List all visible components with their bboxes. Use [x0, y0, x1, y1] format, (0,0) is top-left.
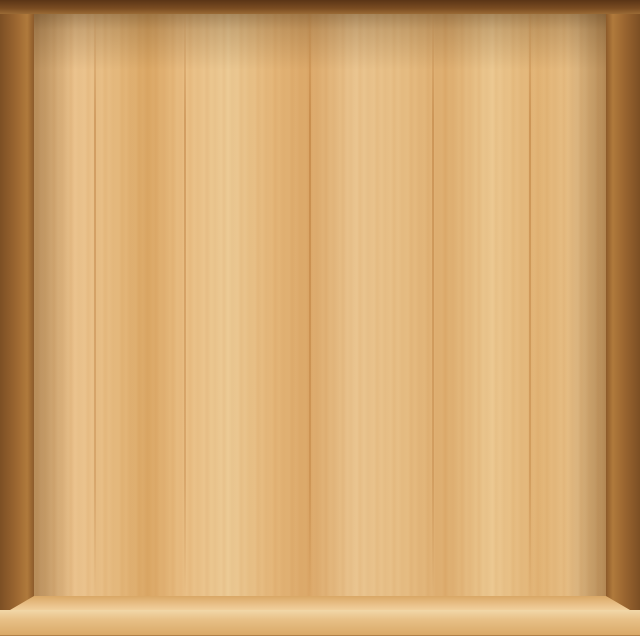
wood-grain-line — [529, 0, 531, 596]
bookshelf-back-panel — [34, 0, 606, 596]
shelf-front-edge — [0, 610, 640, 636]
bookshelf-right-side — [606, 0, 640, 636]
wood-grain-line — [432, 0, 434, 596]
wood-grain-line — [94, 0, 96, 596]
wood-grain-line — [184, 0, 186, 596]
bookshelf-left-side — [0, 0, 34, 636]
bookshelf — [0, 0, 640, 636]
shelf-top-surface — [10, 596, 630, 610]
bookshelf-top-frame — [0, 0, 640, 14]
shelf-board — [0, 596, 640, 636]
wood-grain-line — [309, 0, 311, 596]
